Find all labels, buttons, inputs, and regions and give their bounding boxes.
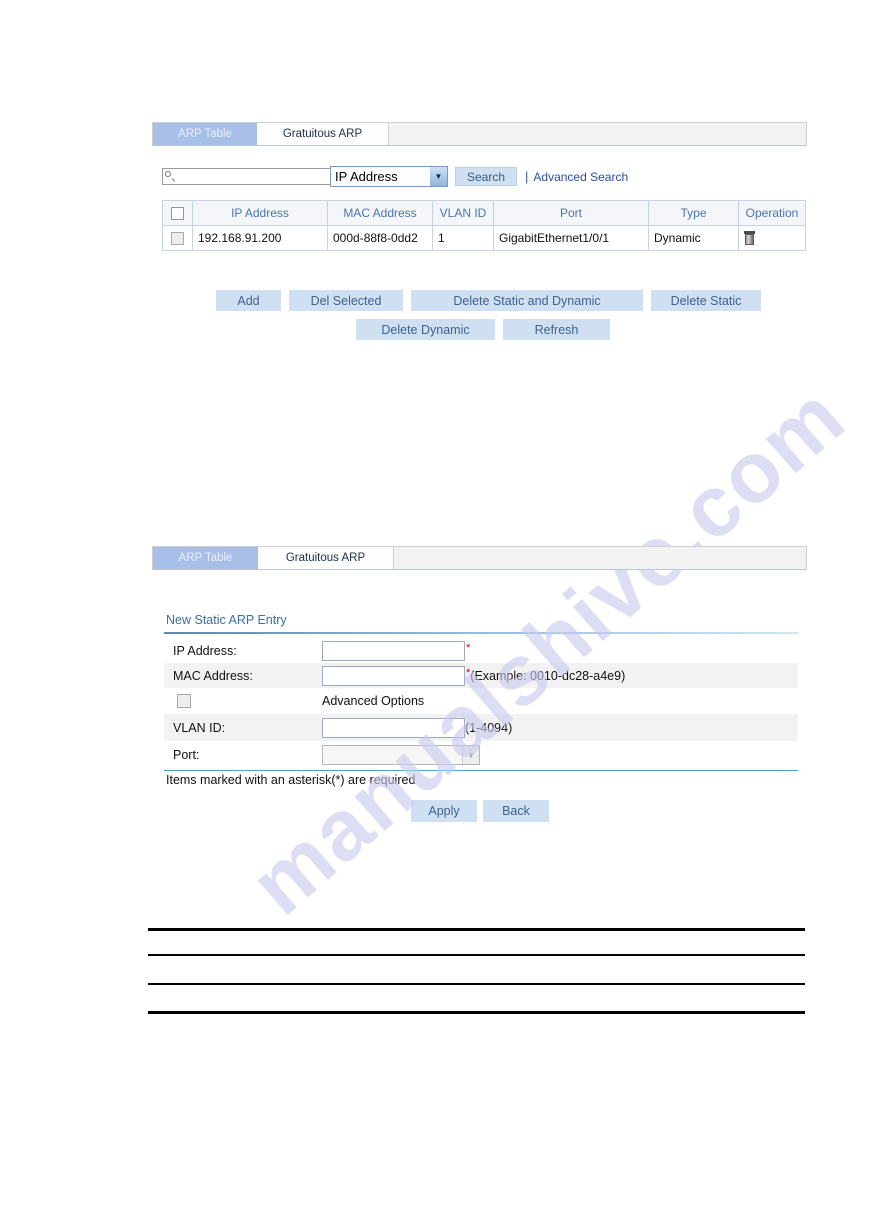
tab-arp-table-2[interactable]: ARP Table — [153, 547, 258, 569]
column-header-mac-address[interactable]: MAC Address — [327, 200, 433, 226]
form-title-divider — [164, 632, 798, 634]
search-row: IP Address ▼ Search | Advanced Search — [162, 166, 628, 187]
table-row: 192.168.91.200 000d-88f8-0dd2 1 GigabitE… — [162, 225, 806, 251]
select-all-header[interactable] — [162, 200, 193, 226]
delete-static-button[interactable]: Delete Static — [651, 290, 761, 311]
page-rule-1 — [148, 928, 805, 931]
page-rule-2 — [148, 954, 805, 956]
form-row-ip-address: IP Address: * — [164, 638, 798, 663]
column-header-operation: Operation — [738, 200, 806, 226]
search-field-selected-value: IP Address — [335, 169, 398, 184]
chevron-down-icon-port: ▼ — [462, 746, 479, 764]
mac-address-label: MAC Address: — [173, 668, 253, 683]
column-header-vlan-id[interactable]: VLAN ID — [432, 200, 494, 226]
cell-ip-address: 192.168.91.200 — [192, 225, 328, 251]
advanced-search-link[interactable]: Advanced Search — [533, 170, 628, 184]
tab-gratuitous-arp-2[interactable]: Gratuitous ARP — [258, 547, 394, 569]
cell-operation[interactable] — [738, 225, 806, 251]
delete-static-and-dynamic-button[interactable]: Delete Static and Dynamic — [411, 290, 643, 311]
tabstrip-filler-2 — [394, 547, 806, 569]
search-button[interactable]: Search — [455, 167, 517, 186]
trash-icon[interactable] — [744, 231, 755, 246]
port-select[interactable]: ▼ — [322, 745, 480, 765]
column-header-type[interactable]: Type — [648, 200, 739, 226]
table-header-row: IP Address MAC Address VLAN ID Port Type… — [162, 200, 806, 226]
search-separator: | — [525, 169, 529, 184]
panel-one-tabstrip: ARP Table Gratuitous ARP — [152, 122, 807, 146]
refresh-button[interactable]: Refresh — [503, 319, 610, 340]
ip-address-input[interactable] — [322, 640, 465, 661]
row-select-cell[interactable] — [162, 225, 193, 251]
advanced-options-checkbox[interactable] — [177, 694, 191, 708]
action-buttons-row-2: Delete Dynamic Refresh — [356, 319, 610, 340]
ip-address-label: IP Address: — [173, 643, 237, 658]
column-header-ip-address[interactable]: IP Address — [192, 200, 328, 226]
ip-address-required-asterisk: * — [466, 642, 471, 654]
column-header-port[interactable]: Port — [493, 200, 649, 226]
form-row-advanced-options: Advanced Options — [164, 688, 798, 714]
cell-mac-address: 000d-88f8-0dd2 — [327, 225, 433, 251]
form-bottom-divider — [164, 770, 798, 771]
apply-button[interactable]: Apply — [411, 800, 477, 822]
required-fields-note: Items marked with an asterisk(*) are req… — [166, 773, 416, 787]
form-row-port: Port: ▼ — [164, 741, 798, 769]
select-all-checkbox[interactable] — [171, 207, 184, 221]
search-icon — [165, 171, 176, 182]
vlan-id-input[interactable] — [322, 717, 465, 738]
delete-dynamic-button[interactable]: Delete Dynamic — [356, 319, 495, 340]
arp-entries-table: IP Address MAC Address VLAN ID Port Type… — [162, 200, 806, 251]
page-rule-4 — [148, 1011, 805, 1014]
search-field-select[interactable]: IP Address ▼ — [330, 166, 448, 187]
back-button[interactable]: Back — [483, 800, 549, 822]
page-rule-3 — [148, 983, 805, 985]
mac-address-input[interactable] — [322, 665, 465, 686]
form-row-mac-address: MAC Address: * (Example: 0010-dc28-a4e9) — [164, 663, 798, 688]
arp-table-panel: ARP Table Gratuitous ARP — [152, 122, 807, 146]
add-button[interactable]: Add — [216, 290, 281, 311]
vlan-id-label: VLAN ID: — [173, 720, 226, 735]
advanced-options-label: Advanced Options — [322, 694, 425, 708]
del-selected-button[interactable]: Del Selected — [289, 290, 403, 311]
mac-address-hint: (Example: 0010-dc28-a4e9) — [470, 668, 626, 683]
new-static-arp-panel: ARP Table Gratuitous ARP — [152, 546, 807, 570]
search-input-wrapper[interactable] — [162, 168, 330, 185]
tab-gratuitous-arp[interactable]: Gratuitous ARP — [257, 123, 389, 145]
tab-arp-table[interactable]: ARP Table — [153, 123, 257, 145]
cell-vlan-id: 1 — [432, 225, 494, 251]
panel-two-tabstrip: ARP Table Gratuitous ARP — [152, 546, 807, 570]
cell-port: GigabitEthernet1/0/1 — [493, 225, 649, 251]
chevron-down-icon: ▼ — [430, 167, 447, 186]
action-buttons-row-1: Add Del Selected Delete Static and Dynam… — [216, 290, 761, 311]
advanced-options-checkbox-cell[interactable] — [164, 694, 322, 708]
form-action-buttons: Apply Back — [411, 800, 549, 822]
port-label: Port: — [173, 748, 200, 762]
vlan-id-hint: (1-4094) — [465, 720, 513, 735]
cell-type: Dynamic — [648, 225, 739, 251]
tabstrip-filler — [389, 123, 806, 145]
form-row-vlan-id: VLAN ID: (1-4094) — [164, 714, 798, 741]
form-section-title: New Static ARP Entry — [166, 613, 287, 627]
row-select-checkbox[interactable] — [171, 232, 184, 246]
